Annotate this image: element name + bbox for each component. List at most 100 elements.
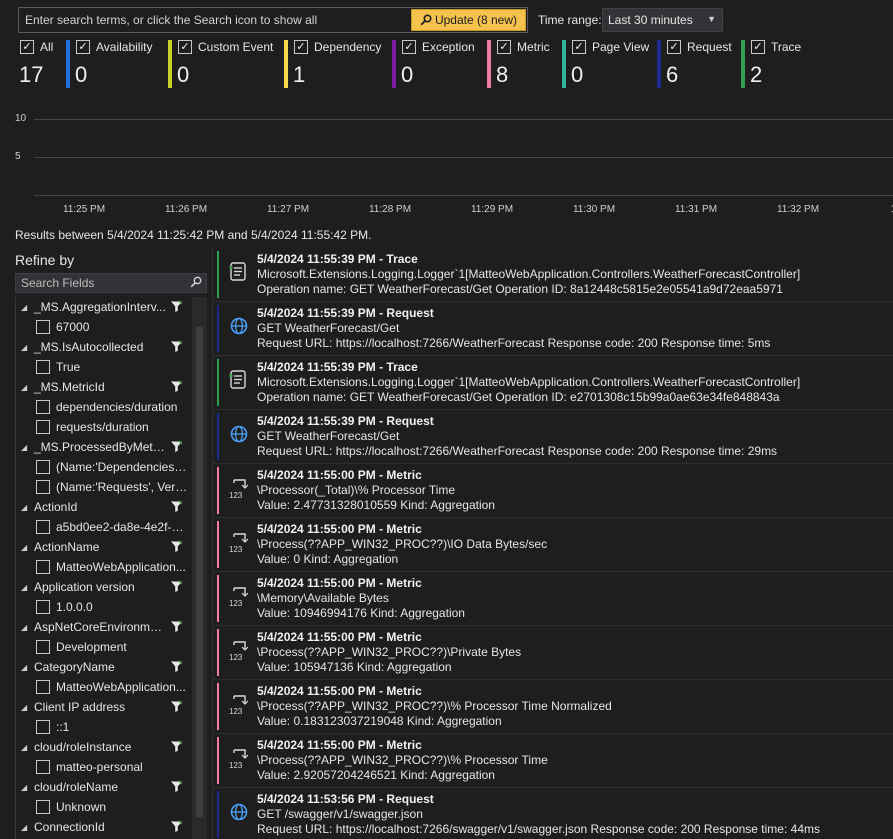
field-search-input[interactable] — [16, 274, 186, 292]
facet-value-checkbox[interactable] — [36, 520, 50, 534]
filter-funnel-icon[interactable] — [170, 380, 183, 396]
facet-value-checkbox[interactable] — [36, 760, 50, 774]
result-item[interactable]: 123 5/4/2024 11:55:00 PM - Metric \Process… — [213, 518, 893, 572]
result-item[interactable]: 123 5/4/2024 11:55:00 PM - Metric \Process… — [213, 734, 893, 788]
filter-checkbox[interactable]: ✓ — [497, 40, 511, 54]
facet-header[interactable]: ◢ _MS.AggregationInterv... — [16, 297, 207, 317]
filter-checkbox[interactable]: ✓ — [178, 40, 192, 54]
facet-value[interactable]: (Name:'Dependencies',... — [16, 457, 207, 477]
filter-funnel-icon[interactable] — [170, 620, 183, 636]
facet-value[interactable]: 1.0.0.0 — [16, 597, 207, 617]
facet-header[interactable]: ◢ cloud/roleName — [16, 777, 207, 797]
collapse-triangle-icon[interactable]: ◢ — [16, 343, 28, 352]
facet-value-checkbox[interactable] — [36, 420, 50, 434]
result-item[interactable]: 5/4/2024 11:53:56 PM - Request GET /swagg… — [213, 788, 893, 839]
facet-name: ConnectionId — [34, 820, 105, 834]
collapse-triangle-icon[interactable]: ◢ — [16, 663, 28, 672]
filter-funnel-icon[interactable] — [170, 660, 183, 676]
filter-funnel-icon[interactable] — [170, 300, 183, 316]
result-item[interactable]: 123 5/4/2024 11:55:00 PM - Metric \Process… — [213, 680, 893, 734]
update-button[interactable]: Update (8 new) — [411, 9, 526, 31]
facet-header[interactable]: ◢ ConnectionId — [16, 817, 207, 837]
facet-header[interactable]: ◢ cloud/roleInstance — [16, 737, 207, 757]
filter-checkbox[interactable]: ✓ — [294, 40, 308, 54]
collapse-triangle-icon[interactable]: ◢ — [16, 383, 28, 392]
facet-value[interactable]: MatteoWebApplication... — [16, 557, 207, 577]
facet-value[interactable]: matteo-personal — [16, 757, 207, 777]
filter-checkbox[interactable]: ✓ — [667, 40, 681, 54]
facet-header[interactable]: ◢ CategoryName — [16, 657, 207, 677]
facet-value-checkbox[interactable] — [36, 600, 50, 614]
collapse-triangle-icon[interactable]: ◢ — [16, 823, 28, 832]
collapse-triangle-icon[interactable]: ◢ — [16, 543, 28, 552]
facet-value-checkbox[interactable] — [36, 360, 50, 374]
filter-checkbox[interactable]: ✓ — [20, 40, 34, 54]
facet-value[interactable]: MatteoWebApplication... — [16, 677, 207, 697]
facet-value-checkbox[interactable] — [36, 460, 50, 474]
result-item[interactable]: 5/4/2024 11:55:39 PM - Request GET Weathe… — [213, 302, 893, 356]
facet-header[interactable]: ◢ Client IP address — [16, 697, 207, 717]
facet-header[interactable]: ◢ _MS.MetricId — [16, 377, 207, 397]
facet-value-checkbox[interactable] — [36, 400, 50, 414]
result-item[interactable]: 123 5/4/2024 11:55:00 PM - Metric \Process… — [213, 626, 893, 680]
facet-value-checkbox[interactable] — [36, 720, 50, 734]
result-detail: \Process(??APP_WIN32_PROC??)\% Processor… — [257, 753, 548, 767]
facet-header[interactable]: ◢ AspNetCoreEnvironme... — [16, 617, 207, 637]
facet-value[interactable]: dependencies/duration — [16, 397, 207, 417]
facet-header[interactable]: ◢ _MS.ProcessedByMetri... — [16, 437, 207, 457]
filter-funnel-icon[interactable] — [170, 820, 183, 836]
result-item[interactable]: 5/4/2024 11:55:39 PM - Trace Microsoft.Ex… — [213, 248, 893, 302]
facet-value[interactable]: Development — [16, 637, 207, 657]
facet-value-checkbox[interactable] — [36, 480, 50, 494]
facet-header[interactable]: ◢ ActionName — [16, 537, 207, 557]
collapse-triangle-icon[interactable]: ◢ — [16, 303, 28, 312]
search-input[interactable] — [19, 8, 411, 32]
collapse-triangle-icon[interactable]: ◢ — [16, 783, 28, 792]
collapse-triangle-icon[interactable]: ◢ — [16, 623, 28, 632]
filter-checkbox[interactable]: ✓ — [76, 40, 90, 54]
facet-value-checkbox[interactable] — [36, 640, 50, 654]
facet-value[interactable]: True — [16, 357, 207, 377]
facet-header[interactable]: ◢ Application version — [16, 577, 207, 597]
facet-value-checkbox[interactable] — [36, 560, 50, 574]
collapse-triangle-icon[interactable]: ◢ — [16, 443, 28, 452]
collapse-triangle-icon[interactable]: ◢ — [16, 703, 28, 712]
search-icon[interactable] — [190, 276, 202, 291]
filter-funnel-icon[interactable] — [170, 740, 183, 756]
facet-header[interactable]: ◢ ActionId — [16, 497, 207, 517]
facet-value[interactable]: ::1 — [16, 717, 207, 737]
facet-value-checkbox[interactable] — [36, 680, 50, 694]
facet-value[interactable]: Unknown — [16, 797, 207, 817]
result-item[interactable]: 123 5/4/2024 11:55:00 PM - Metric \Memory\… — [213, 572, 893, 626]
facet-value[interactable]: 67000 — [16, 317, 207, 337]
filter-checkbox[interactable]: ✓ — [751, 40, 765, 54]
filter-funnel-icon[interactable] — [170, 780, 183, 796]
collapse-triangle-icon[interactable]: ◢ — [16, 503, 28, 512]
result-item[interactable]: 5/4/2024 11:55:39 PM - Trace Microsoft.Ex… — [213, 356, 893, 410]
filter-funnel-icon[interactable] — [170, 500, 183, 516]
result-item[interactable]: 123 5/4/2024 11:55:00 PM - Metric \Process… — [213, 464, 893, 518]
filter-funnel-icon[interactable] — [170, 700, 183, 716]
result-meta: Value: 0.183123037219048 Kind: Aggregati… — [257, 714, 502, 728]
facet-value-checkbox[interactable] — [36, 320, 50, 334]
scrollbar-thumb[interactable] — [196, 327, 203, 817]
collapse-triangle-icon[interactable]: ◢ — [16, 743, 28, 752]
facet-value[interactable]: (Name:'Requests', Ver:'... — [16, 477, 207, 497]
result-detail: GET WeatherForecast/Get — [257, 429, 400, 443]
filter-funnel-icon[interactable] — [170, 440, 183, 456]
filter-checkbox[interactable]: ✓ — [572, 40, 586, 54]
facet-header[interactable]: ◢ _MS.IsAutocollected — [16, 337, 207, 357]
filter-color-bar — [66, 40, 70, 88]
facet-value-checkbox[interactable] — [36, 800, 50, 814]
result-item[interactable]: 5/4/2024 11:55:39 PM - Request GET Weathe… — [213, 410, 893, 464]
filter-funnel-icon[interactable] — [170, 580, 183, 596]
filter-count: 0 — [571, 62, 584, 87]
collapse-triangle-icon[interactable]: ◢ — [16, 583, 28, 592]
refine-scrollbar[interactable] — [192, 297, 207, 839]
facet-value[interactable]: a5bd0ee2-da8e-4e2f-9... — [16, 517, 207, 537]
filter-funnel-icon[interactable] — [170, 540, 183, 556]
filter-checkbox[interactable]: ✓ — [402, 40, 416, 54]
filter-funnel-icon[interactable] — [170, 340, 183, 356]
time-range-select[interactable]: Last 30 minutes ▼ — [602, 8, 723, 32]
facet-value[interactable]: requests/duration — [16, 417, 207, 437]
